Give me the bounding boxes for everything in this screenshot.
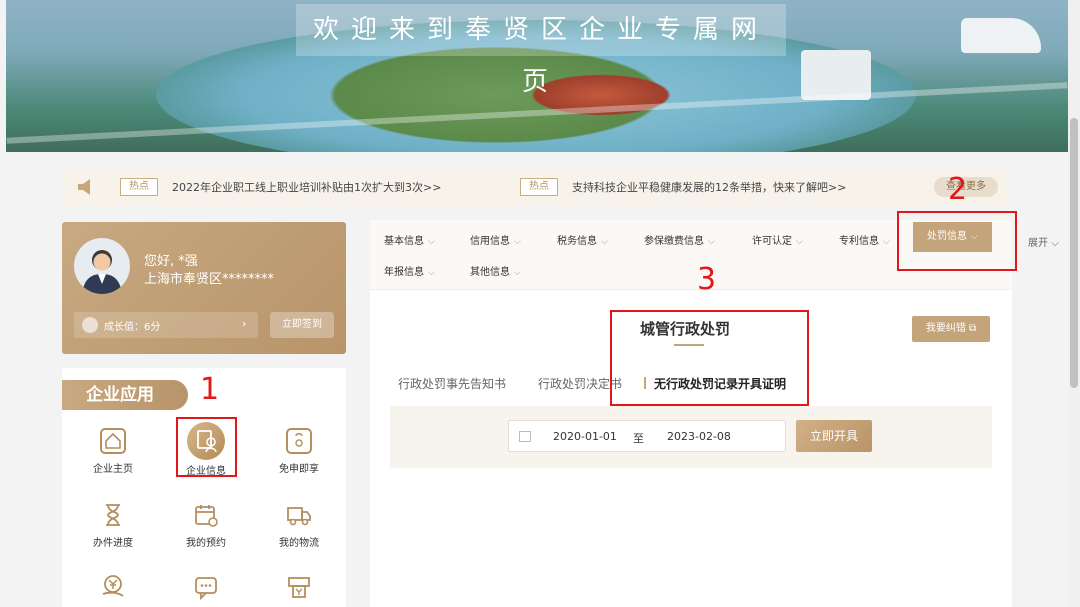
app-label: 办件进度 [93, 538, 133, 549]
main-panel: 基本信息 ⌵ 信用信息 ⌵ 税务信息 ⌵ 参保缴费信息 ⌵ 许可认定 ⌵ 专利信息 ⌵ 处罚… [370, 220, 1012, 607]
app-print[interactable] [264, 574, 334, 600]
banner-title: 欢迎来到奉贤区企业专属网页 [296, 4, 786, 97]
tab-label: 许可认定 [752, 236, 792, 247]
yen-icon [100, 574, 126, 600]
app-appointment[interactable]: 我的预约 [171, 502, 241, 549]
expand-toggle[interactable]: 展开 ⌵ [1028, 234, 1059, 249]
avatar[interactable] [74, 238, 130, 294]
user-region: 上海市奉贤区******** [144, 272, 275, 287]
notice-bar: 热点 2022年企业职工线上职业培训补贴由1次扩大到3次>> 热点 支持科技企业… [62, 168, 1010, 206]
report-error-button[interactable]: 我要纠错 ⧉ [912, 316, 990, 342]
tab-label: 其他信息 [470, 267, 510, 278]
start-date[interactable]: 2020-01-01 [553, 430, 617, 443]
edit-icon: ⧉ [969, 323, 977, 334]
tab-label: 专利信息 [839, 236, 879, 247]
app-label: 企业主页 [93, 464, 133, 475]
tab-insurance-info[interactable]: 参保缴费信息 ⌵ [644, 232, 715, 247]
hourglass-icon [100, 502, 126, 528]
hot-tag: 热点 [120, 178, 158, 196]
chevron-down-icon: ⌵ [601, 237, 608, 247]
tab-label: 税务信息 [557, 236, 597, 247]
app-free-apply[interactable]: 免申即享 [264, 428, 334, 475]
end-date[interactable]: 2023-02-08 [667, 430, 731, 443]
annotation-number-1: 1 [200, 372, 220, 407]
query-box: 2020-01-01 至 2023-02-08 立即开具 [390, 406, 992, 468]
chevron-right-icon: › [242, 317, 247, 330]
truck-icon [286, 502, 312, 528]
scrollbar[interactable] [1068, 0, 1080, 607]
chevron-down-icon: ⌵ [1051, 238, 1059, 249]
banner: 欢迎来到奉贤区企业专属网页 [6, 0, 1068, 152]
issue-now-button[interactable]: 立即开具 [796, 420, 872, 452]
medal-icon [82, 317, 98, 333]
growth-label: 成长值：6分 [104, 322, 161, 333]
annotation-box-3 [610, 310, 809, 406]
apps-title: 企业应用 [62, 380, 188, 410]
tab-other-info[interactable]: 其他信息 ⌵ [470, 263, 521, 278]
notice-link[interactable]: 支持科技企业平稳健康发展的12条举措，快来了解吧>> [572, 179, 846, 195]
hot-tag: 热点 [520, 178, 558, 196]
tab-label: 信用信息 [470, 236, 510, 247]
growth-value[interactable]: 成长值：6分 › [74, 312, 258, 338]
notice-link[interactable]: 2022年企业职工线上职业培训补贴由1次扩大到3次>> [172, 179, 441, 195]
app-progress[interactable]: 办件进度 [78, 502, 148, 549]
tab-tax-info[interactable]: 税务信息 ⌵ [557, 232, 608, 247]
chevron-down-icon: ⌵ [428, 237, 435, 247]
app-logistics[interactable]: 我的物流 [264, 502, 334, 549]
shopping-bag-icon [286, 428, 312, 454]
speaker-icon [78, 179, 90, 195]
chevron-down-icon: ⌵ [883, 237, 890, 247]
tab-license[interactable]: 许可认定 ⌵ [752, 232, 803, 247]
app-label: 免申即享 [279, 464, 319, 475]
chevron-down-icon: ⌵ [796, 237, 803, 247]
app-label: 我的预约 [186, 538, 226, 549]
annotation-number-2: 2 [948, 172, 968, 207]
chevron-down-icon: ⌵ [514, 268, 521, 278]
app-consult[interactable] [171, 574, 241, 600]
signin-button[interactable]: 立即签到 [270, 312, 334, 338]
app-finance[interactable] [78, 574, 148, 600]
scrollbar-thumb[interactable] [1070, 118, 1078, 388]
calendar-icon [193, 502, 219, 528]
annotation-number-3: 3 [697, 262, 717, 297]
annotation-box-2 [897, 211, 1017, 271]
calendar-icon [519, 431, 531, 442]
expand-label: 展开 [1028, 238, 1048, 249]
date-range-picker[interactable]: 2020-01-01 至 2023-02-08 [508, 420, 786, 452]
tab-label: 年报信息 [384, 267, 424, 278]
annotation-box-1 [176, 417, 237, 477]
printer-icon [286, 574, 312, 600]
tab-label: 参保缴费信息 [644, 236, 704, 247]
chevron-down-icon: ⌵ [708, 237, 715, 247]
tab-credit-info[interactable]: 信用信息 ⌵ [470, 232, 521, 247]
subtab-prior-notice[interactable]: 行政处罚事先告知书 [398, 375, 506, 392]
user-avatar-icon [82, 250, 122, 294]
home-icon [100, 428, 126, 454]
tab-basic-info[interactable]: 基本信息 ⌵ [384, 232, 435, 247]
report-label: 我要纠错 [925, 323, 966, 334]
date-separator: 至 [633, 432, 644, 445]
chat-icon [193, 574, 219, 600]
app-home[interactable]: 企业主页 [78, 428, 148, 475]
app-label: 我的物流 [279, 538, 319, 549]
tab-annual-report[interactable]: 年报信息 ⌵ [384, 263, 435, 278]
user-greeting: 您好, *强 [144, 254, 198, 269]
banner-ship [961, 18, 1041, 53]
chevron-down-icon: ⌵ [428, 268, 435, 278]
user-card: 您好, *强 上海市奉贤区******** 成长值：6分 › 立即签到 [62, 222, 346, 354]
tab-patent-info[interactable]: 专利信息 ⌵ [839, 232, 890, 247]
tab-label: 基本信息 [384, 236, 424, 247]
chevron-down-icon: ⌵ [514, 237, 521, 247]
